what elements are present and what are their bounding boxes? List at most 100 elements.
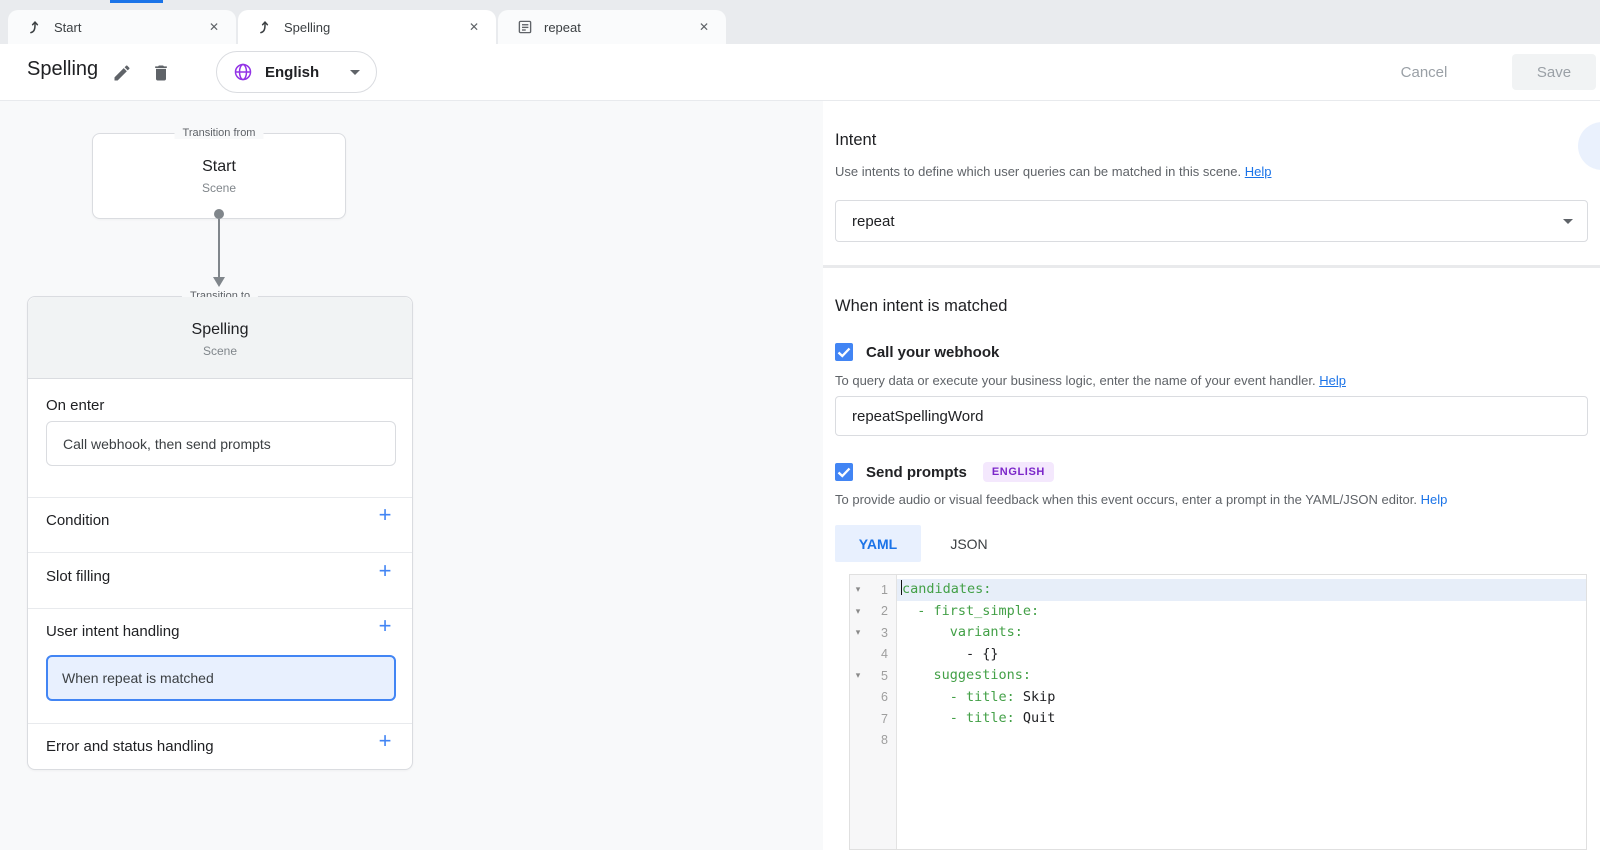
actions-builder-app: Start Spelling repeat Spellin xyxy=(0,0,1600,850)
cancel-button[interactable]: Cancel xyxy=(1384,54,1464,90)
intent-handler-item-selected[interactable]: When repeat is matched xyxy=(46,655,396,701)
webhook-description-text: To query data or execute your business l… xyxy=(835,373,1316,388)
editor-code[interactable]: candidates: - first_simple: variants: - … xyxy=(897,575,1586,849)
gutter-line: ▾5 xyxy=(850,665,896,687)
code-line[interactable]: - title: Quit xyxy=(897,708,1586,730)
tab-strip: Start Spelling repeat xyxy=(0,0,1600,44)
add-slot-icon[interactable] xyxy=(374,561,396,583)
language-label: English xyxy=(265,64,350,81)
scene-icon xyxy=(26,18,44,36)
call-webhook-checkbox[interactable] xyxy=(835,343,853,361)
page-title: Spelling xyxy=(27,58,98,81)
transition-from-node[interactable]: Transition from Start Scene xyxy=(92,133,346,219)
section-divider xyxy=(823,265,1600,268)
code-line[interactable]: - {} xyxy=(897,644,1586,666)
fold-arrow-icon[interactable]: ▾ xyxy=(850,584,866,595)
scene-card-header[interactable]: Spelling Scene xyxy=(28,297,412,379)
close-icon[interactable] xyxy=(204,17,224,37)
tab-repeat[interactable]: repeat xyxy=(498,10,726,44)
line-number: 5 xyxy=(866,669,896,683)
tab-start[interactable]: Start xyxy=(8,10,236,44)
loading-indicator-bar xyxy=(110,0,163,3)
gutter-line: 4 xyxy=(850,644,896,666)
on-enter-handler-button[interactable]: Call webhook, then send prompts xyxy=(46,421,396,466)
from-node-title: Start xyxy=(93,158,345,176)
scroll-ghost-circle xyxy=(1578,122,1600,170)
yaml-key-token: - title: xyxy=(901,710,1023,726)
transition-to-card: Transition to Spelling Scene On enter Ca… xyxy=(27,296,413,770)
prompts-checkbox-row: Send prompts ENGLISH xyxy=(835,462,1054,482)
gutter-line: 8 xyxy=(850,730,896,752)
intent-description-text: Use intents to define which user queries… xyxy=(835,164,1241,179)
prompts-help-link[interactable]: Help xyxy=(1421,492,1448,507)
divider xyxy=(28,608,412,609)
code-line[interactable]: variants: xyxy=(897,622,1586,644)
divider xyxy=(28,497,412,498)
gutter-line: 7 xyxy=(850,708,896,730)
format-tabs: YAML JSON xyxy=(835,525,1017,562)
to-node-title: Spelling xyxy=(28,321,412,339)
gutter-line: ▾3 xyxy=(850,622,896,644)
close-icon[interactable] xyxy=(464,17,484,37)
fold-arrow-icon[interactable]: ▾ xyxy=(850,606,866,617)
fold-arrow-icon[interactable]: ▾ xyxy=(850,627,866,638)
delete-icon[interactable] xyxy=(151,63,171,83)
intent-editor-panel: Intent Use intents to define which user … xyxy=(823,101,1600,850)
code-line[interactable]: - first_simple: xyxy=(897,601,1586,623)
language-badge: ENGLISH xyxy=(983,462,1054,482)
yaml-value-token: - {} xyxy=(901,646,999,662)
gutter-line: ▾2 xyxy=(850,601,896,623)
fold-arrow-icon[interactable]: ▾ xyxy=(850,670,866,681)
editor-gutter: ▾1▾2▾34▾5678 xyxy=(850,575,897,849)
tab-spelling[interactable]: Spelling xyxy=(238,10,496,44)
transition-from-legend: Transition from xyxy=(175,127,264,139)
intent-description: Use intents to define which user queries… xyxy=(835,164,1272,179)
gutter-line: ▾1 xyxy=(850,579,896,601)
yaml-key-token: - first_simple: xyxy=(901,603,1039,619)
yaml-key-token: variants: xyxy=(901,624,1023,640)
code-line[interactable]: - title: Skip xyxy=(897,687,1586,709)
code-line[interactable]: suggestions: xyxy=(897,665,1586,687)
prompts-description-text: To provide audio or visual feedback when… xyxy=(835,492,1417,507)
intent-select[interactable]: repeat xyxy=(835,200,1588,242)
from-node-subtitle: Scene xyxy=(93,181,345,195)
yaml-key-token: - title: xyxy=(901,689,1023,705)
intent-help-link[interactable]: Help xyxy=(1245,164,1272,179)
line-number: 7 xyxy=(866,712,896,726)
call-webhook-label: Call your webhook xyxy=(866,344,999,361)
edge-arrowhead-icon xyxy=(213,277,225,287)
yaml-key-token: candidates: xyxy=(902,581,991,597)
code-line[interactable]: candidates: xyxy=(897,579,1586,601)
line-number: 2 xyxy=(866,604,896,618)
tab-json[interactable]: JSON xyxy=(921,525,1017,562)
add-condition-icon[interactable] xyxy=(374,505,396,527)
yaml-code-editor[interactable]: ▾1▾2▾34▾5678 candidates: - first_simple:… xyxy=(849,574,1587,850)
add-intent-handler-icon[interactable] xyxy=(374,616,396,638)
line-number: 1 xyxy=(866,583,896,597)
webhook-help-link[interactable]: Help xyxy=(1319,373,1346,388)
code-line[interactable] xyxy=(897,730,1586,752)
edit-icon[interactable] xyxy=(112,63,132,83)
yaml-value-token: Quit xyxy=(1023,710,1056,726)
tab-yaml[interactable]: YAML xyxy=(835,525,921,562)
language-selector[interactable]: English xyxy=(216,51,377,93)
chevron-down-icon xyxy=(350,70,360,75)
webhook-handler-input[interactable]: repeatSpellingWord xyxy=(835,396,1588,436)
close-icon[interactable] xyxy=(694,17,714,37)
when-matched-heading: When intent is matched xyxy=(835,297,1007,316)
divider xyxy=(28,723,412,724)
line-number: 6 xyxy=(866,690,896,704)
slot-filling-label: Slot filling xyxy=(46,568,110,585)
webhook-description: To query data or execute your business l… xyxy=(835,373,1346,388)
tab-label: Start xyxy=(54,20,194,35)
tab-label: Spelling xyxy=(284,20,454,35)
intent-select-value: repeat xyxy=(852,213,895,230)
send-prompts-label: Send prompts xyxy=(866,464,967,481)
send-prompts-checkbox[interactable] xyxy=(835,463,853,481)
line-number: 4 xyxy=(866,647,896,661)
edge-line xyxy=(218,219,220,277)
webhook-checkbox-row: Call your webhook xyxy=(835,343,999,361)
add-error-handler-icon[interactable] xyxy=(374,731,396,753)
save-button[interactable]: Save xyxy=(1512,54,1596,90)
line-number: 8 xyxy=(866,733,896,747)
